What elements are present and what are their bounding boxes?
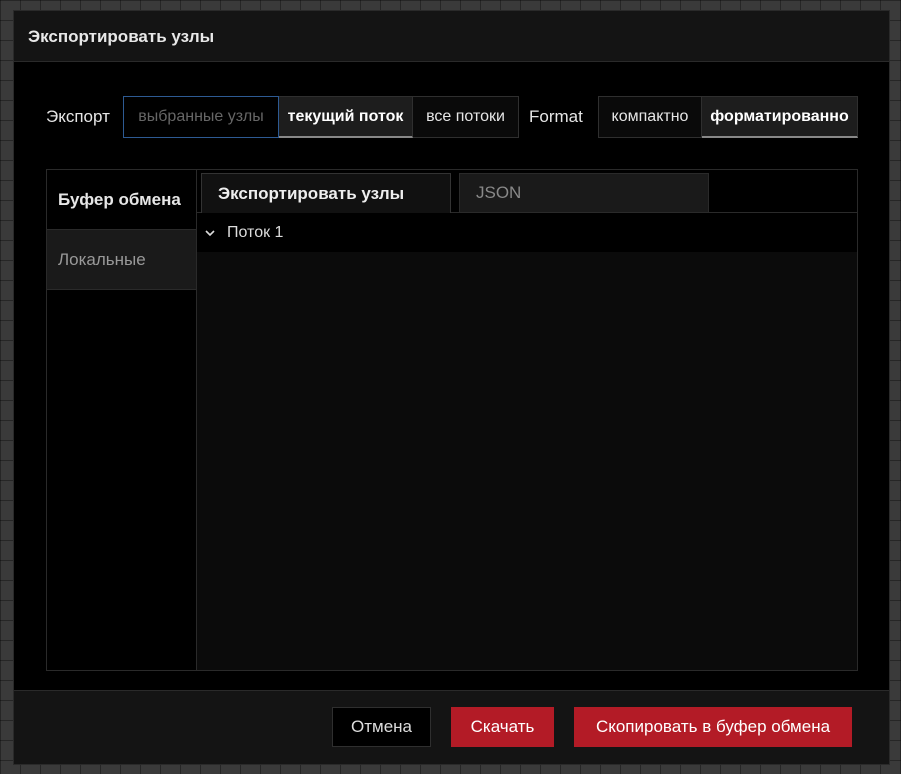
- export-selected-nodes-button[interactable]: выбранные узлы: [123, 96, 279, 138]
- export-scope-group: выбранные узлы текущий поток все потоки: [123, 96, 519, 138]
- format-group: компактно форматированно: [598, 96, 858, 138]
- sidebar-item-clipboard[interactable]: Буфер обмена: [47, 170, 196, 230]
- export-content: Экспортировать узлы JSON Поток 1: [197, 170, 857, 670]
- dialog-title-bar: Экспортировать узлы: [14, 11, 889, 62]
- export-dialog: Экспортировать узлы Экспорт выбранные уз…: [13, 10, 890, 765]
- format-label: Format: [529, 107, 583, 126]
- export-panel: Буфер обмена Локальные Экспортировать уз…: [46, 169, 858, 671]
- tab-bar: Экспортировать узлы JSON: [197, 170, 857, 213]
- sidebar-item-local[interactable]: Локальные: [47, 230, 196, 290]
- export-label: Экспорт: [46, 107, 110, 126]
- chevron-down-icon[interactable]: [205, 226, 219, 240]
- tree-item-flow[interactable]: Поток 1: [197, 213, 857, 252]
- format-formatted-button[interactable]: форматированно: [702, 96, 858, 138]
- tree-item-label: Поток 1: [227, 223, 284, 241]
- copy-to-clipboard-button[interactable]: Скопировать в буфер обмена: [574, 707, 852, 747]
- target-sidebar: Буфер обмена Локальные: [47, 170, 197, 670]
- tab-json[interactable]: JSON: [459, 173, 709, 213]
- download-button[interactable]: Скачать: [451, 707, 554, 747]
- cancel-button[interactable]: Отмена: [332, 707, 431, 747]
- format-compact-button[interactable]: компактно: [598, 96, 702, 138]
- dialog-footer: Отмена Скачать Скопировать в буфер обмен…: [14, 690, 889, 764]
- export-current-flow-button[interactable]: текущий поток: [279, 96, 413, 138]
- export-all-flows-button[interactable]: все потоки: [413, 96, 519, 138]
- tab-export-nodes[interactable]: Экспортировать узлы: [201, 173, 451, 213]
- dialog-title: Экспортировать узлы: [28, 27, 215, 46]
